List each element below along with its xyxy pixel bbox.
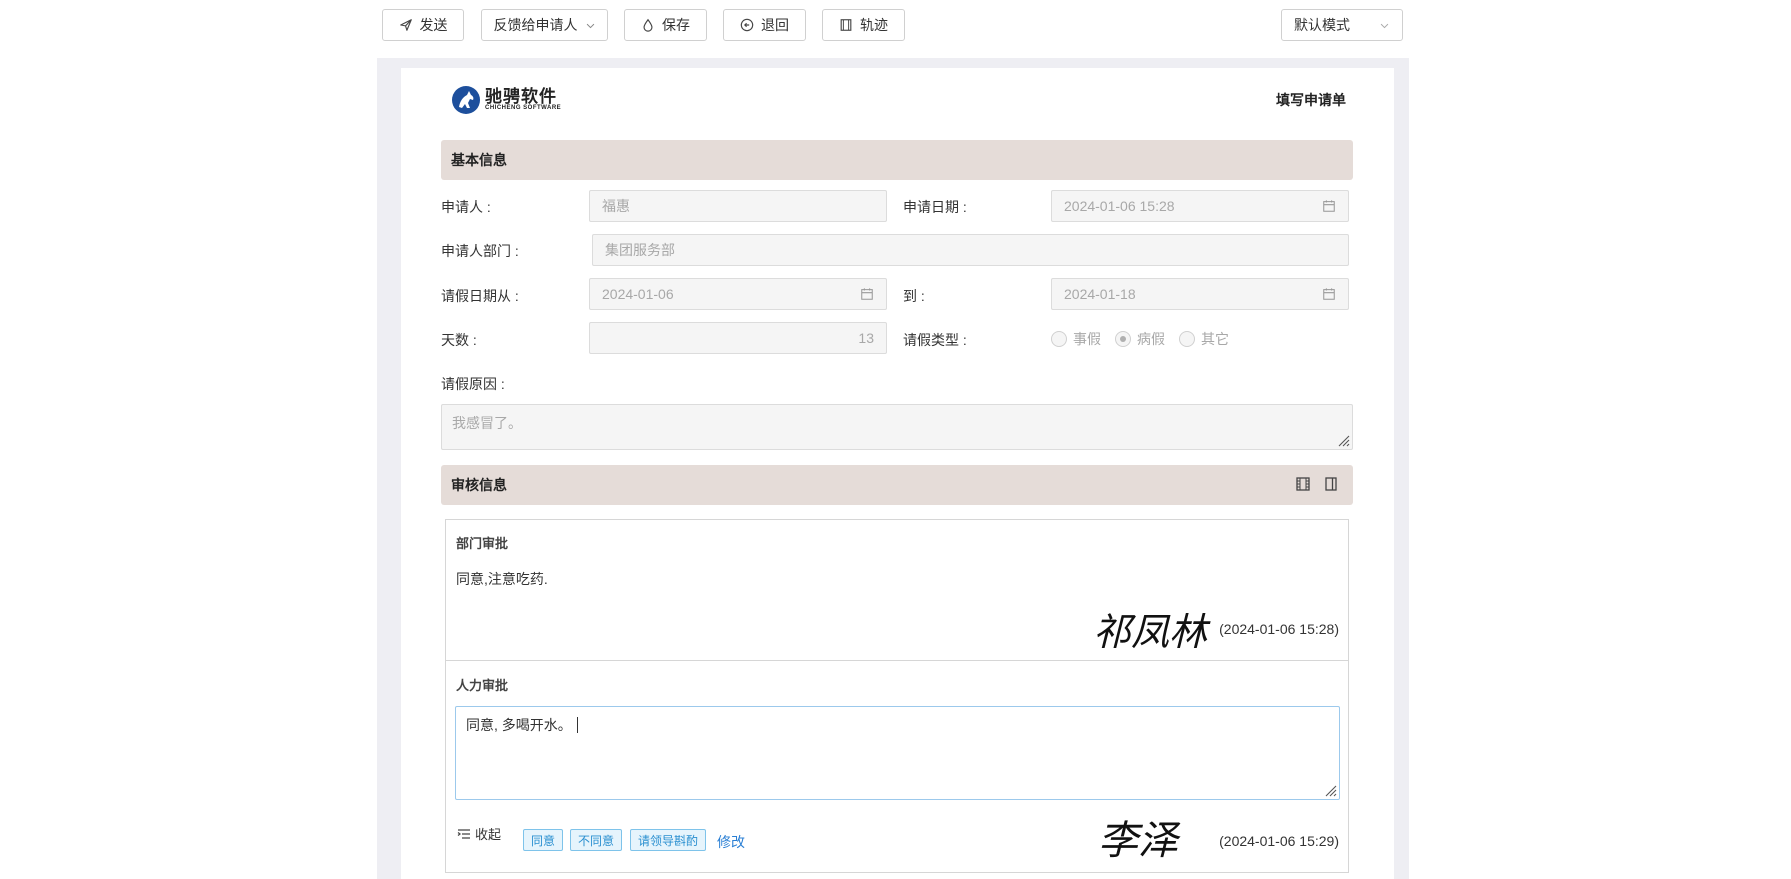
apply-date-label: 申请日期 :: [903, 199, 967, 215]
to-label: 到 :: [903, 288, 925, 304]
tag-label: 不同意: [577, 833, 614, 848]
company-logo: 驰骋软件 CHICHENG SOFTWARE: [451, 83, 561, 117]
calendar-icon: [861, 288, 873, 300]
dept-field[interactable]: 集团服务部: [592, 234, 1349, 266]
radio-label: 其它: [1201, 331, 1229, 347]
quick-reply-agree[interactable]: 同意: [523, 829, 563, 851]
chevron-down-icon: [1380, 23, 1389, 28]
edit-link[interactable]: 修改: [717, 832, 745, 852]
radio-other-leave[interactable]: 其它: [1179, 329, 1229, 349]
resize-handle-icon[interactable]: [1323, 783, 1337, 797]
hr-approval-title: 人力审批: [456, 678, 509, 693]
back-circle-icon: [740, 18, 754, 32]
leave-from-label: 请假日期从 :: [441, 288, 519, 304]
dept-value: 集团服务部: [605, 242, 675, 258]
chevron-down-icon: [586, 23, 594, 28]
return-button[interactable]: 退回: [723, 9, 806, 41]
days-label: 天数 :: [441, 332, 477, 348]
calendar-icon: [1323, 288, 1335, 300]
send-button[interactable]: 发送: [382, 9, 464, 41]
return-label: 退回: [761, 17, 789, 33]
logo-horse-icon: [452, 86, 480, 114]
send-icon: [399, 19, 412, 31]
signature-qi-fenglin: 祁凤林: [1093, 610, 1211, 653]
leave-from-value: 2024-01-06: [602, 286, 674, 302]
apply-date-value: 2024-01-06 15:28: [1064, 198, 1175, 214]
form-title: 填写申请单: [1276, 92, 1346, 108]
dept-label: 申请人部门 :: [441, 243, 519, 259]
applicant-field[interactable]: 福惠: [589, 190, 887, 222]
toolbar: 发送 反馈给申请人 保存 退回 轨迹 默认模式: [0, 0, 1791, 56]
panel-icon[interactable]: [1323, 476, 1339, 492]
resize-handle-icon[interactable]: [1336, 433, 1350, 447]
tag-label: 同意: [530, 833, 555, 848]
leave-type-label: 请假类型 :: [903, 332, 967, 348]
hr-opinion-text: 同意, 多喝开水。: [466, 717, 572, 733]
mode-select[interactable]: 默认模式: [1281, 9, 1403, 41]
quick-reply-disagree[interactable]: 不同意: [570, 829, 622, 851]
leave-to-value: 2024-01-18: [1064, 286, 1136, 302]
section-basic-info: 基本信息: [441, 140, 1353, 180]
radio-circle: [1051, 331, 1067, 347]
section-review-tools: [1295, 476, 1339, 492]
text-caret: [576, 717, 578, 733]
svg-text:祁凤林: 祁凤林: [1093, 610, 1211, 653]
collapse-toggle[interactable]: 收起: [457, 824, 501, 843]
apply-date-field[interactable]: 2024-01-06 15:28: [1051, 190, 1349, 222]
leave-from-field[interactable]: 2024-01-06: [589, 278, 887, 310]
reason-label: 请假原因 :: [441, 376, 505, 392]
days-field[interactable]: 13: [589, 322, 887, 354]
radio-personal-leave[interactable]: 事假: [1051, 329, 1101, 349]
save-label: 保存: [662, 17, 690, 33]
form-frame: 驰骋软件 CHICHENG SOFTWARE 填写申请单 基本信息 申请人 : …: [377, 58, 1409, 879]
logo-en: CHICHENG SOFTWARE: [485, 105, 562, 111]
dept-approval-block: 部门审批 同意,注意吃药. 祁凤林 (2024-01-06 15:28): [445, 519, 1349, 661]
reason-value: 我感冒了。: [452, 415, 522, 431]
radio-circle: [1179, 331, 1195, 347]
film-icon: [840, 19, 852, 31]
section-basic-title: 基本信息: [451, 152, 507, 168]
radio-circle-selected: [1115, 331, 1131, 347]
signature-li-ze: 李泽: [1098, 818, 1181, 862]
applicant-value: 福惠: [602, 198, 630, 214]
save-button[interactable]: 保存: [624, 9, 707, 41]
hr-approval-block: 人力审批 同意, 多喝开水。 收起 同意 不同意 请领导斟酌 修改 李泽 (20…: [445, 661, 1349, 873]
tag-label: 请领导斟酌: [637, 833, 698, 848]
leave-to-field[interactable]: 2024-01-18: [1051, 278, 1349, 310]
drop-icon: [643, 18, 653, 32]
dept-approval-time: (2024-01-06 15:28): [1219, 621, 1339, 637]
calendar-icon: [1323, 200, 1335, 212]
days-value: 13: [858, 330, 874, 346]
feedback-dropdown[interactable]: 反馈给申请人: [481, 9, 608, 41]
track-button[interactable]: 轨迹: [822, 9, 905, 41]
mode-value: 默认模式: [1294, 17, 1350, 33]
quick-reply-leader-consider[interactable]: 请领导斟酌: [630, 829, 706, 851]
hr-approval-time: (2024-01-06 15:29): [1219, 833, 1339, 849]
radio-label: 病假: [1137, 331, 1165, 347]
hr-opinion-input[interactable]: 同意, 多喝开水。: [455, 706, 1340, 800]
feedback-label: 反馈给申请人: [493, 17, 578, 33]
track-label: 轨迹: [860, 17, 888, 33]
section-review-title: 审核信息: [451, 477, 507, 493]
svg-text:李泽: 李泽: [1098, 818, 1181, 862]
form-paper: 驰骋软件 CHICHENG SOFTWARE 填写申请单 基本信息 申请人 : …: [401, 68, 1394, 879]
film-icon[interactable]: [1295, 476, 1311, 492]
dept-approval-title: 部门审批: [456, 536, 509, 551]
collapse-label: 收起: [475, 827, 502, 842]
send-label: 发送: [419, 17, 448, 33]
applicant-label: 申请人 :: [441, 199, 491, 215]
list-indent-icon: [457, 828, 470, 839]
reason-textarea[interactable]: 我感冒了。: [441, 404, 1353, 450]
dept-approval-opinion: 同意,注意吃药.: [456, 571, 548, 587]
radio-label: 事假: [1073, 331, 1101, 347]
leave-type-radio-group: 事假 病假 其它: [1051, 329, 1229, 349]
logo-cn: 驰骋软件: [485, 87, 557, 106]
radio-sick-leave[interactable]: 病假: [1115, 329, 1165, 349]
section-review-info: 审核信息: [441, 465, 1353, 505]
